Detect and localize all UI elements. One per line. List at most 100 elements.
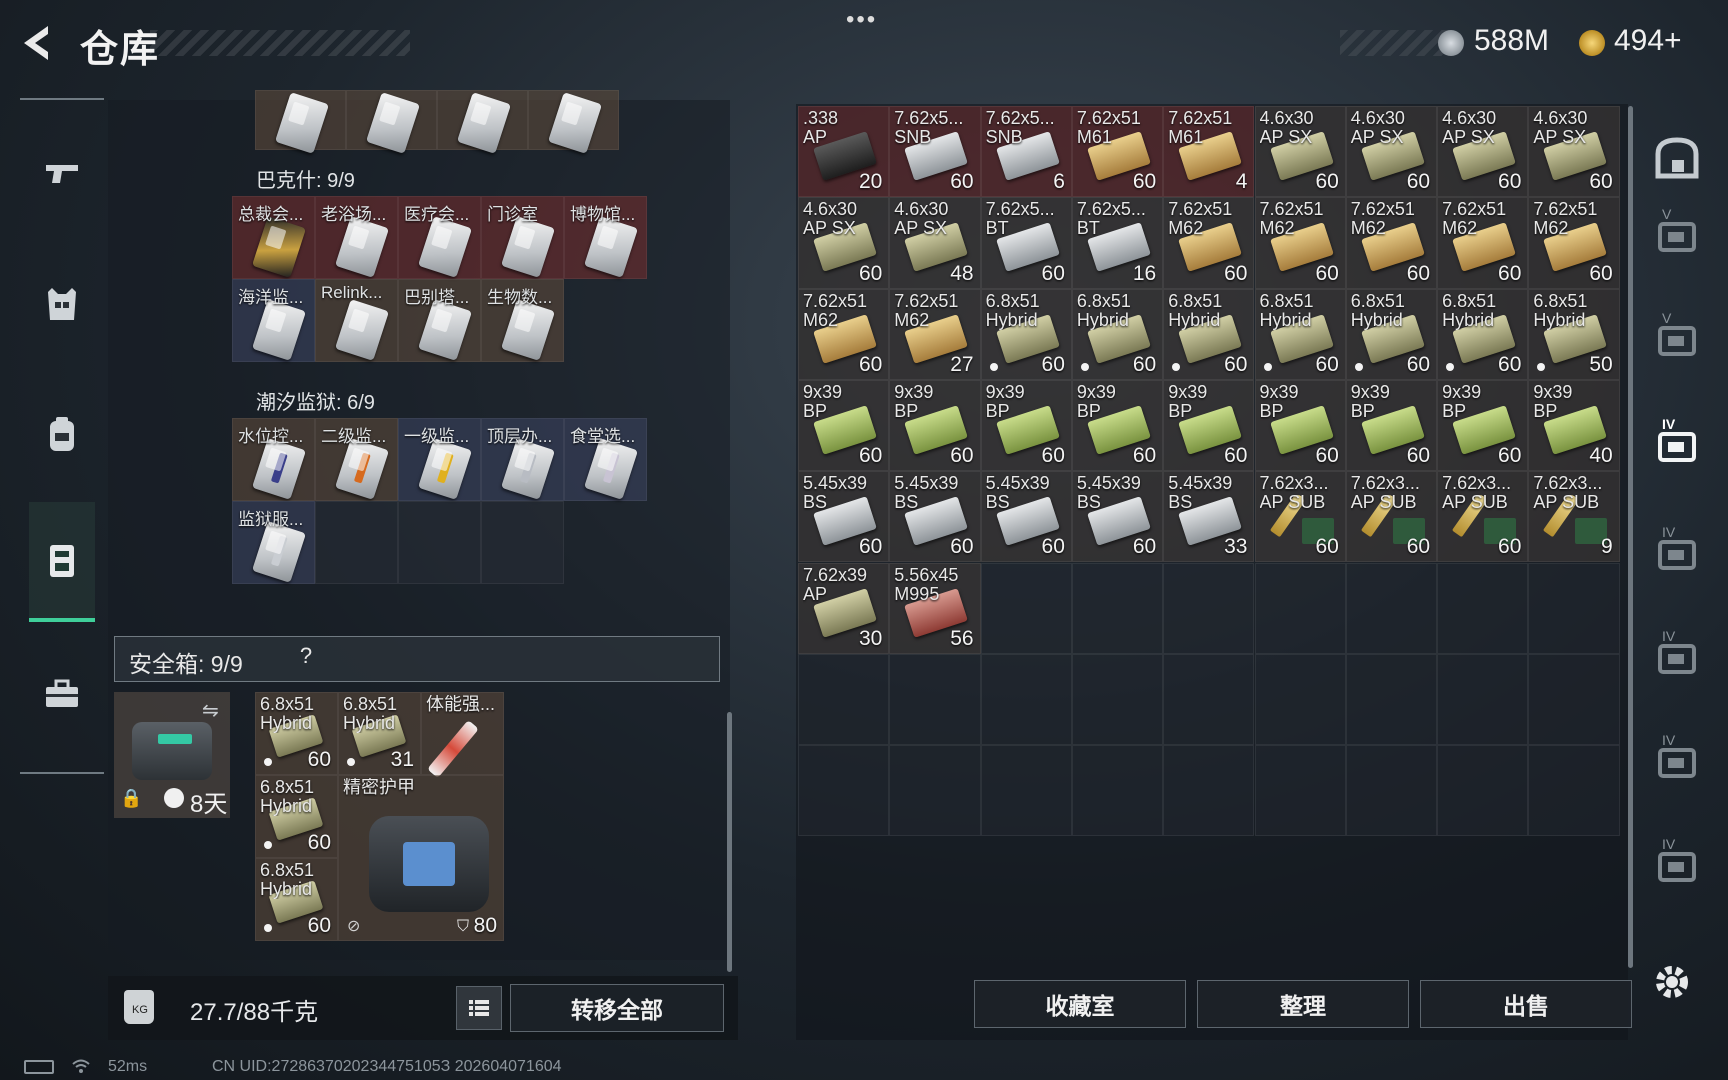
stash-empty-slot[interactable] [1528, 653, 1620, 746]
keycard-slot[interactable]: 二级监... [315, 418, 398, 501]
stash-empty-slot[interactable] [1254, 745, 1346, 837]
gold-amount[interactable]: 494+ [1614, 24, 1682, 58]
keycard-slot[interactable]: Relink... [315, 279, 398, 362]
stash-item[interactable]: 6.8x51 Hybrid 50 [1528, 288, 1620, 380]
stash-item[interactable]: 7.62x39 AP 30 [798, 562, 890, 654]
stash-item[interactable]: 6.8x51 Hybrid 60 [980, 288, 1072, 380]
stash-item[interactable]: 7.62x5... SNB 60 [889, 106, 981, 198]
stash-item[interactable]: .338 AP 20 [798, 106, 890, 198]
stash-empty-slot[interactable] [1163, 562, 1255, 654]
keycard-slot[interactable]: 门诊室 [481, 196, 564, 279]
stash-empty-slot[interactable] [1437, 562, 1529, 654]
keycard-slot[interactable]: 食堂选... [564, 418, 647, 501]
empty-keycard-slot[interactable] [315, 501, 398, 584]
stash-item[interactable]: 9x39 BP 60 [980, 379, 1072, 472]
sort-button[interactable]: 整理 [1197, 980, 1409, 1028]
stash-tab-6[interactable]: IV [1650, 628, 1704, 682]
stash-item[interactable]: 5.45x39 BS 60 [980, 471, 1072, 563]
nav-backpack[interactable] [20, 374, 104, 494]
stash-empty-slot[interactable] [1345, 653, 1438, 746]
keycard-slot[interactable]: 监狱服... [232, 501, 315, 584]
stash-empty-slot[interactable] [980, 562, 1072, 654]
stash-item[interactable]: 4.6x30 AP SX 60 [1345, 106, 1438, 198]
stash-empty-slot[interactable] [798, 745, 890, 837]
stash-item[interactable]: 9x39 BP 60 [1254, 379, 1346, 472]
stash-item[interactable]: 7.62x3... AP SUB 60 [1345, 471, 1438, 563]
keycard-slot[interactable] [528, 90, 619, 154]
stash-empty-slot[interactable] [1071, 745, 1164, 837]
stash-tab-1[interactable] [1650, 132, 1704, 186]
safebox-item-5[interactable]: 6.8x51 Hybrid 60 [255, 858, 338, 941]
stash-item[interactable]: 4.6x30 AP SX 60 [1254, 106, 1346, 198]
collection-button[interactable]: 收藏室 [974, 980, 1186, 1028]
stash-tab-2[interactable]: V [1650, 206, 1704, 260]
stash-item[interactable]: 7.62x3... AP SUB 9 [1528, 471, 1620, 563]
stash-empty-slot[interactable] [889, 745, 981, 837]
stash-tab-5[interactable]: IV [1650, 524, 1704, 578]
stash-empty-slot[interactable] [1254, 653, 1346, 746]
stash-item[interactable]: 9x39 BP 60 [1345, 379, 1438, 472]
keycard-slot[interactable]: 医疗会... [398, 196, 481, 279]
back-button[interactable] [18, 22, 60, 64]
nav-armor[interactable] [20, 244, 104, 364]
swap-icon[interactable]: ⇋ [202, 698, 219, 723]
stash-item[interactable]: 9x39 BP 40 [1528, 379, 1620, 472]
transfer-all-button[interactable]: 转移全部 [510, 984, 724, 1032]
keycard-slot[interactable] [437, 90, 528, 154]
stash-item[interactable]: 7.62x51 M62 60 [1437, 197, 1529, 289]
stash-item[interactable]: 7.62x5... SNB 6 [980, 106, 1072, 198]
stash-item[interactable]: 7.62x5... BT 16 [1071, 197, 1164, 289]
stash-empty-slot[interactable] [889, 653, 981, 746]
weight-icon[interactable]: KG [124, 990, 154, 1024]
stash-item[interactable]: 9x39 BP 60 [1437, 379, 1529, 472]
stash-item[interactable]: 4.6x30 AP SX 60 [798, 197, 890, 289]
list-view-button[interactable] [456, 986, 502, 1030]
stash-empty-slot[interactable] [1437, 653, 1529, 746]
stash-item[interactable]: 7.62x51 M61 60 [1071, 106, 1164, 198]
stash-item[interactable]: 6.8x51 Hybrid 60 [1071, 288, 1164, 380]
stash-item[interactable]: 9x39 BP 60 [1071, 379, 1164, 472]
stash-empty-slot[interactable] [1528, 745, 1620, 837]
keycard-slot[interactable]: 海洋监... [232, 279, 315, 362]
nav-containers[interactable] [29, 502, 95, 622]
safebox-container[interactable]: ⇋ 🔒 8天 [114, 692, 230, 818]
stash-tab-3[interactable]: V [1650, 310, 1704, 364]
stash-scrollbar[interactable] [1628, 106, 1633, 968]
stash-item[interactable]: 5.45x39 BS 60 [798, 471, 890, 563]
stash-empty-slot[interactable] [1345, 562, 1438, 654]
stash-empty-slot[interactable] [980, 745, 1072, 837]
sell-button[interactable]: 出售 [1420, 980, 1632, 1028]
stash-empty-slot[interactable] [1071, 562, 1164, 654]
stash-item[interactable]: 7.62x3... AP SUB 60 [1254, 471, 1346, 563]
stash-empty-slot[interactable] [1437, 745, 1529, 837]
stash-tab-8[interactable]: IV [1650, 836, 1704, 890]
stash-empty-slot[interactable] [798, 653, 890, 746]
keycard-slot[interactable] [255, 90, 346, 154]
stash-item[interactable]: 4.6x30 AP SX 60 [1528, 106, 1620, 198]
stash-empty-slot[interactable] [1254, 562, 1346, 654]
stash-item[interactable]: 7.62x51 M62 60 [1254, 197, 1346, 289]
stash-item[interactable]: 7.62x3... AP SUB 60 [1437, 471, 1529, 563]
keycard-slot[interactable]: 老浴场... [315, 196, 398, 279]
stash-item[interactable]: 7.62x51 M62 60 [1345, 197, 1438, 289]
stash-item[interactable]: 7.62x5... BT 60 [980, 197, 1072, 289]
stash-item[interactable]: 4.6x30 AP SX 60 [1437, 106, 1529, 198]
stash-item[interactable]: 7.62x51 M62 60 [798, 288, 890, 380]
keycard-slot[interactable]: 水位控... [232, 418, 315, 501]
stash-item[interactable]: 6.8x51 Hybrid 60 [1437, 288, 1529, 380]
keycard-slot[interactable]: 巴别塔... [398, 279, 481, 362]
safebox-item-4[interactable]: 6.8x51 Hybrid 60 [255, 775, 338, 858]
stash-item[interactable]: 5.45x39 BS 33 [1163, 471, 1255, 563]
stash-empty-slot[interactable] [1528, 562, 1620, 654]
stash-item[interactable]: 7.62x51 M61 4 [1163, 106, 1255, 198]
stash-item[interactable]: 9x39 BP 60 [1163, 379, 1255, 472]
stash-item[interactable]: 6.8x51 Hybrid 60 [1254, 288, 1346, 380]
keycard-slot[interactable]: 顶层办... [481, 418, 564, 501]
more-menu-button[interactable]: ••• [846, 6, 877, 34]
stash-item[interactable]: 7.62x51 M62 27 [889, 288, 981, 380]
left-panel-scrollbar[interactable] [727, 712, 732, 972]
empty-keycard-slot[interactable] [398, 501, 481, 584]
stash-empty-slot[interactable] [1163, 653, 1255, 746]
stash-item[interactable]: 5.45x39 BS 60 [889, 471, 981, 563]
keycard-slot[interactable]: 总裁会... [232, 196, 315, 279]
